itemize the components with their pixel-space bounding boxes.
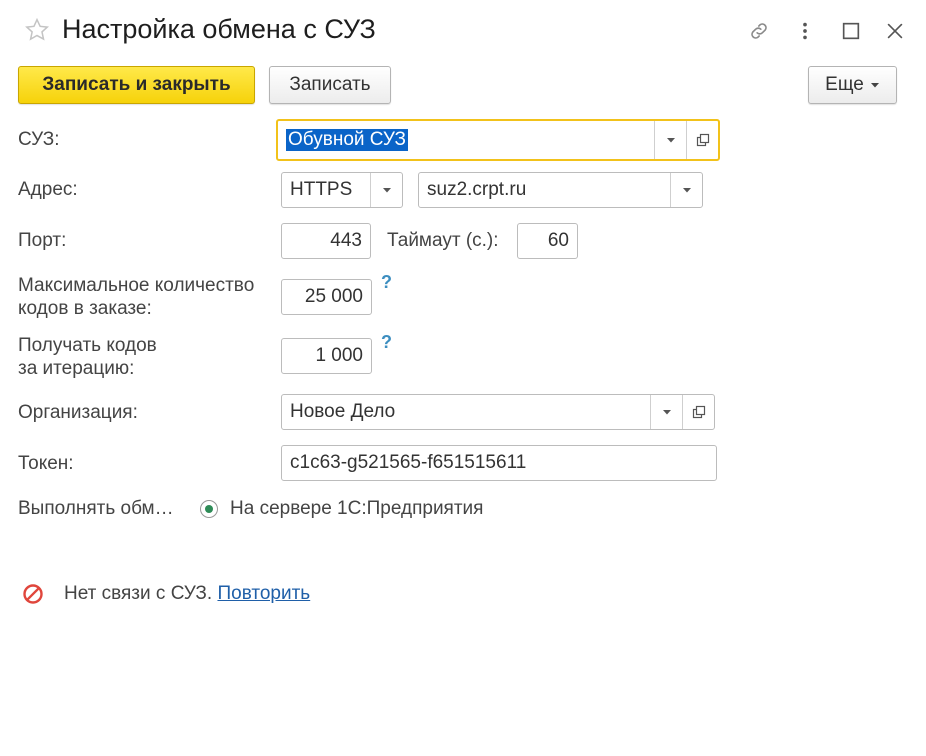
maximize-icon[interactable] [840, 20, 862, 42]
protocol-value: HTTPS [290, 179, 353, 200]
organization-dropdown-button[interactable] [650, 395, 682, 429]
suz-dropdown-button[interactable] [654, 121, 686, 159]
protocol-field[interactable]: HTTPS [281, 172, 403, 208]
execute-label: Выполнять обм… [18, 498, 174, 519]
max-codes-help-icon[interactable]: ? [381, 272, 392, 293]
max-codes-label-line1: Максимальное количество [18, 275, 255, 296]
token-field[interactable]: c1c63-g521565-f651515611 [281, 445, 717, 481]
more-button-label: Еще [825, 74, 864, 95]
port-label: Порт: [18, 230, 67, 251]
status-message: Нет связи с СУЗ. [64, 583, 213, 604]
close-icon[interactable] [884, 20, 906, 42]
execute-radio-option[interactable]: На сервере 1С:Предприятия [200, 497, 483, 520]
timeout-label: Таймаут (с.): [387, 230, 499, 251]
organization-label: Организация: [18, 402, 138, 423]
per-iteration-label: Получать кодов за итерацию: [18, 334, 157, 380]
error-icon [23, 584, 43, 604]
window-title: Настройка обмена с СУЗ [62, 14, 376, 44]
per-iteration-label-line2: за итерацию: [18, 358, 135, 379]
execute-radio[interactable] [200, 499, 218, 518]
save-button[interactable]: Записать [269, 66, 391, 104]
address-label: Адрес: [18, 179, 78, 200]
suz-field[interactable]: Обувной СУЗ [276, 119, 720, 161]
dropdown-arrow-icon [682, 188, 691, 193]
dropdown-arrow-icon [666, 138, 675, 143]
open-form-icon [692, 405, 705, 419]
host-value: suz2.crpt.ru [427, 179, 527, 200]
organization-field[interactable]: Новое Дело [281, 394, 715, 430]
port-field[interactable]: 443 [281, 223, 371, 259]
max-codes-value: 25 000 [304, 286, 363, 307]
per-iteration-value: 1 000 [315, 345, 363, 366]
more-button[interactable]: Еще [808, 66, 897, 104]
host-field[interactable]: suz2.crpt.ru [418, 172, 703, 208]
host-dropdown-button[interactable] [670, 173, 702, 207]
token-value: c1c63-g521565-f651515611 [290, 452, 527, 473]
chevron-down-icon [870, 83, 879, 88]
execute-option-label: На сервере 1С:Предприятия [230, 498, 484, 519]
link-icon[interactable] [748, 20, 770, 42]
suz-label: СУЗ: [18, 129, 60, 150]
timeout-value: 60 [547, 230, 569, 251]
max-codes-label-line2: кодов в заказе: [18, 298, 152, 319]
retry-link[interactable]: Повторить [217, 583, 310, 604]
port-value: 443 [330, 230, 362, 251]
protocol-dropdown-button[interactable] [370, 173, 402, 207]
status-line: Нет связи с СУЗ. Повторить [64, 582, 310, 605]
more-vertical-icon[interactable] [794, 20, 816, 42]
save-and-close-button[interactable]: Записать и закрыть [18, 66, 255, 104]
organization-open-button[interactable] [682, 395, 714, 429]
dropdown-arrow-icon [382, 188, 391, 193]
per-iteration-field[interactable]: 1 000 [281, 338, 372, 374]
per-iteration-label-line1: Получать кодов [18, 335, 157, 356]
favorite-star-icon[interactable] [24, 17, 50, 43]
suz-open-button[interactable] [686, 121, 718, 159]
max-codes-label: Максимальное количество кодов в заказе: [18, 274, 254, 320]
organization-value: Новое Дело [290, 401, 396, 422]
max-codes-field[interactable]: 25 000 [281, 279, 372, 315]
per-iteration-help-icon[interactable]: ? [381, 332, 392, 353]
timeout-field[interactable]: 60 [517, 223, 578, 259]
token-label: Токен: [18, 453, 74, 474]
open-form-icon [696, 133, 709, 147]
suz-value: Обувной СУЗ [286, 129, 409, 151]
dropdown-arrow-icon [662, 410, 671, 415]
